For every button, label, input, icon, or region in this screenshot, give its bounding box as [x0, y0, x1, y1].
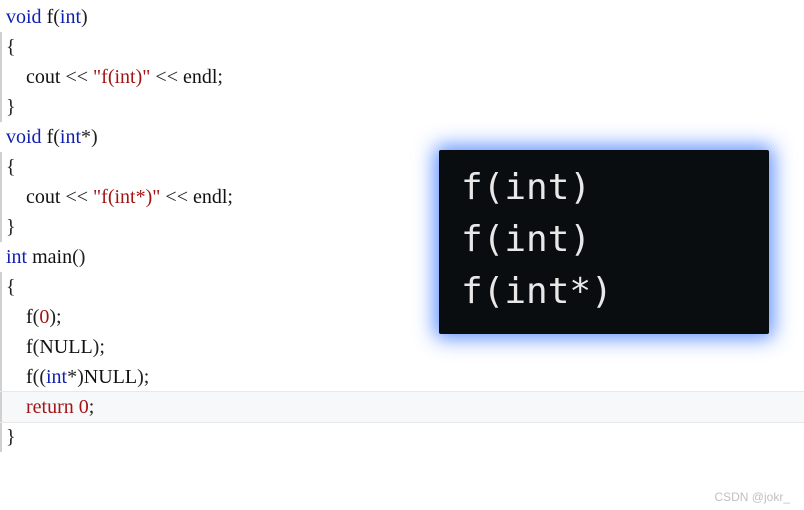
code-token: ) [91, 126, 98, 148]
code-token: { [6, 156, 16, 178]
code-line[interactable]: cout << "f(int)" << endl; [0, 62, 804, 92]
code-token: << [60, 186, 93, 208]
code-token: } [6, 426, 16, 448]
code-token: int [6, 246, 27, 268]
code-token [6, 186, 26, 208]
code-token: ); [49, 306, 61, 328]
code-line[interactable]: f((int*)NULL); [0, 362, 804, 392]
code-token: NULL [84, 366, 137, 388]
code-token: { [6, 276, 16, 298]
code-token: ; [227, 186, 233, 208]
code-token [6, 366, 26, 388]
code-line[interactable]: void f(int*) [0, 122, 804, 152]
code-token: 0 [79, 396, 89, 418]
code-token: ( [53, 6, 60, 28]
code-token: void [6, 126, 42, 148]
code-token: * [81, 126, 91, 148]
code-token: f [26, 306, 33, 328]
code-token: ( [53, 126, 60, 148]
code-token: main [32, 246, 72, 268]
code-token: void [6, 6, 42, 28]
code-line[interactable]: void f(int) [0, 2, 804, 32]
code-line[interactable]: return 0; [0, 392, 804, 422]
code-token [6, 336, 26, 358]
code-token: } [6, 96, 16, 118]
code-token: cout [26, 186, 60, 208]
code-token [6, 396, 26, 418]
output-line: f(int*) [461, 266, 747, 318]
code-token [6, 66, 26, 88]
code-token: f [26, 366, 33, 388]
code-token: << [160, 186, 193, 208]
code-line[interactable]: { [0, 32, 804, 62]
code-token: NULL [39, 336, 92, 358]
code-token: int [60, 126, 81, 148]
code-token: cout [26, 66, 60, 88]
code-token: return [26, 396, 74, 418]
code-token: << [60, 66, 93, 88]
code-line[interactable]: f(NULL); [0, 332, 804, 362]
code-line[interactable]: } [0, 92, 804, 122]
console-output: f(int) f(int) f(int*) [439, 150, 769, 334]
watermark: CSDN @jokr_ [714, 490, 790, 504]
code-token: (( [33, 366, 46, 388]
code-token: *) [67, 366, 84, 388]
code-token: "f(int*)" [93, 186, 160, 208]
code-token [6, 306, 26, 328]
code-token: endl [193, 186, 227, 208]
code-token: "f(int)" [93, 66, 150, 88]
code-token: ); [137, 366, 149, 388]
code-token: } [6, 216, 16, 238]
code-token: ); [93, 336, 105, 358]
code-token: () [72, 246, 85, 268]
code-token: { [6, 36, 16, 58]
code-token: ; [217, 66, 223, 88]
code-token: int [46, 366, 67, 388]
code-token: f [26, 336, 33, 358]
code-token: ; [89, 396, 95, 418]
code-token: int [60, 6, 81, 28]
code-token: << [150, 66, 183, 88]
code-token: endl [183, 66, 217, 88]
code-line[interactable]: } [0, 422, 804, 452]
code-token: 0 [39, 306, 49, 328]
output-line: f(int) [461, 214, 747, 266]
code-token: ) [81, 6, 88, 28]
output-line: f(int) [461, 162, 747, 214]
